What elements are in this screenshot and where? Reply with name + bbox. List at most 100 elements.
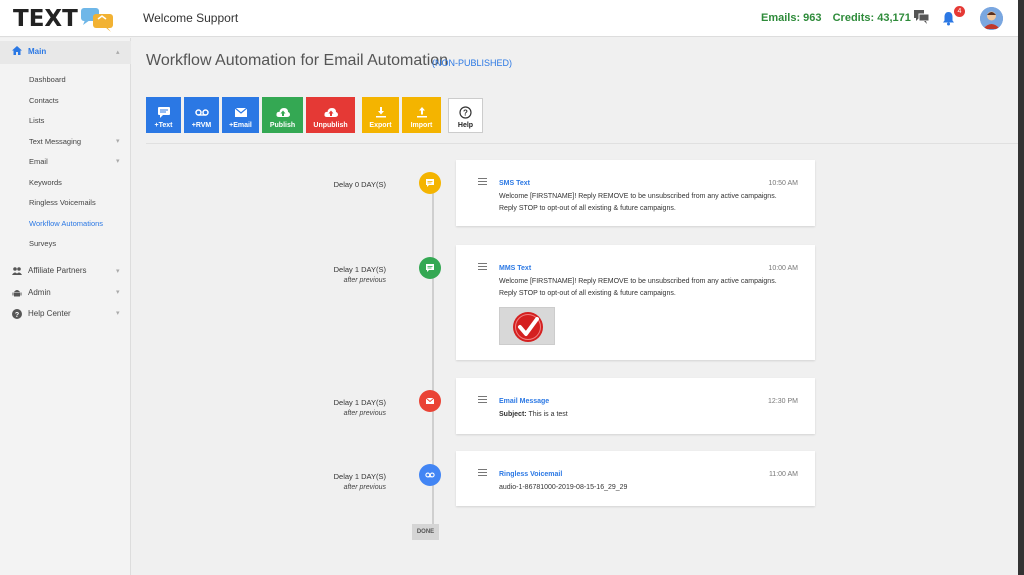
upload-icon — [416, 106, 427, 117]
account-stats: Emails: 963 Credits: 43,171 — [761, 12, 919, 24]
drag-handle-icon[interactable] — [478, 178, 487, 185]
export-label: Export — [369, 121, 392, 129]
emails-count: Emails: 963 — [761, 12, 822, 24]
help-button[interactable]: ? Help — [448, 98, 483, 133]
step-title[interactable]: Ringless Voicemail — [499, 471, 562, 478]
sidebar-item-workflow-automations[interactable]: Workflow Automations — [29, 219, 103, 228]
unpublish-label: Unpublish — [313, 121, 348, 129]
sidebar-item-ringless-voicemails[interactable]: Ringless Voicemails — [29, 198, 96, 207]
step-time: 10:00 AM — [768, 265, 798, 272]
sidebar-item-lists[interactable]: Lists — [29, 116, 44, 125]
step-body: audio-1-86781000-2019-08-15-16_29_29 — [499, 482, 799, 494]
sidebar-item-keywords[interactable]: Keywords — [29, 178, 62, 187]
avatar[interactable] — [980, 7, 1003, 30]
publish-button[interactable]: Publish — [262, 97, 303, 133]
delay-text: Delay 1 DAY(S) — [333, 398, 386, 407]
sidebar-item-affiliate-partners[interactable]: Affiliate Partners — [28, 266, 87, 275]
help-label: Help — [457, 122, 474, 129]
sidebar-item-text-messaging[interactable]: Text Messaging — [29, 137, 81, 146]
workflow-step-card[interactable]: SMS Text 10:50 AM Welcome [FIRSTNAME]! R… — [456, 160, 815, 226]
chevron-down-icon: ▾ — [116, 268, 120, 275]
android-icon — [12, 288, 22, 300]
step-title[interactable]: Email Message — [499, 398, 549, 405]
delay-label: Delay 1 DAY(S) after previous — [300, 398, 386, 417]
add-rvm-button[interactable]: +RVM — [184, 97, 219, 133]
add-text-label: +Text — [154, 121, 173, 129]
delay-after-text: after previous — [343, 484, 386, 491]
sidebar-item-contacts[interactable]: Contacts — [29, 96, 59, 105]
step-time: 11:00 AM — [768, 471, 798, 478]
sidebar-item-email[interactable]: Email — [29, 157, 48, 166]
step-body-line: Reply STOP to opt-out of all existing & … — [499, 205, 676, 212]
done-marker: DONE — [412, 524, 439, 540]
drag-handle-icon[interactable] — [478, 396, 487, 403]
workflow-step-card[interactable]: MMS Text 10:00 AM Welcome [FIRSTNAME]! R… — [456, 245, 815, 360]
question-icon: ? — [459, 106, 472, 119]
delay-label: Delay 1 DAY(S) after previous — [300, 265, 386, 284]
email-step-dot[interactable] — [419, 390, 441, 412]
sidebar-item-dashboard[interactable]: Dashboard — [29, 75, 66, 84]
cloud-upload-icon — [275, 107, 290, 117]
sms-step-dot[interactable] — [419, 172, 441, 194]
message-icon — [426, 179, 434, 187]
unpublish-button[interactable]: Unpublish — [306, 97, 355, 133]
step-title[interactable]: MMS Text — [499, 265, 531, 272]
step-title[interactable]: SMS Text — [499, 180, 530, 187]
download-icon — [375, 106, 386, 117]
credits-count: Credits: 43,171 — [832, 12, 911, 24]
notification-badge: 4 — [954, 6, 965, 17]
bell-icon[interactable] — [942, 11, 955, 31]
step-body: Subject: This is a test — [499, 409, 799, 421]
sidebar: Main ▴ Dashboard Contacts Lists Text Mes… — [0, 38, 131, 575]
step-body-line: audio-1-86781000-2019-08-15-16_29_29 — [499, 484, 628, 491]
add-rvm-label: +RVM — [191, 121, 212, 129]
delay-after-text: after previous — [343, 277, 386, 284]
message-icon — [426, 264, 434, 272]
step-time: 10:50 AM — [768, 180, 798, 187]
delay-after-text: after previous — [343, 410, 386, 417]
app-logo[interactable]: TEXT — [13, 5, 119, 33]
export-button[interactable]: Export — [362, 97, 399, 133]
add-email-button[interactable]: +Email — [222, 97, 259, 133]
window-edge — [1018, 0, 1024, 575]
drag-handle-icon[interactable] — [478, 469, 487, 476]
sidebar-item-surveys[interactable]: Surveys — [29, 239, 56, 248]
workflow-step-card[interactable]: Ringless Voicemail 11:00 AM audio-1-8678… — [456, 451, 815, 506]
sidebar-main-section[interactable]: Main ▴ — [0, 41, 131, 64]
sidebar-item-admin[interactable]: Admin — [28, 288, 51, 297]
page-title: Workflow Automation for Email Automation — [146, 52, 449, 69]
publish-label: Publish — [269, 121, 296, 129]
chevron-down-icon: ▾ — [116, 289, 120, 296]
import-label: Import — [410, 121, 433, 129]
add-email-label: +Email — [229, 121, 252, 129]
chevron-down-icon: ▾ — [116, 310, 120, 317]
step-body-line: Reply STOP to opt-out of all existing & … — [499, 290, 676, 297]
step-time: 12:30 PM — [768, 398, 798, 405]
mms-step-dot[interactable] — [419, 257, 441, 279]
workflow-step-card[interactable]: Email Message 12:30 PM Subject: This is … — [456, 378, 815, 434]
delay-label: Delay 0 DAY(S) — [300, 180, 386, 189]
drag-handle-icon[interactable] — [478, 263, 487, 270]
envelope-icon — [234, 107, 247, 117]
mms-image-thumbnail[interactable] — [499, 307, 555, 345]
step-body: Welcome [FIRSTNAME]! Reply REMOVE to be … — [499, 191, 799, 215]
step-body-line: Welcome [FIRSTNAME]! Reply REMOVE to be … — [499, 193, 777, 200]
subject-label: Subject: — [499, 411, 527, 418]
add-text-button[interactable]: +Text — [146, 97, 181, 133]
envelope-icon — [425, 397, 435, 404]
users-icon — [12, 267, 22, 277]
sidebar-main-label: Main — [28, 47, 47, 56]
voicemail-step-dot[interactable] — [419, 464, 441, 486]
step-body: Welcome [FIRSTNAME]! Reply REMOVE to be … — [499, 276, 799, 300]
divider — [146, 143, 1018, 144]
import-button[interactable]: Import — [402, 97, 441, 133]
subject-value: This is a test — [528, 411, 568, 418]
chevron-down-icon: ▾ — [116, 158, 120, 165]
delay-text: Delay 0 DAY(S) — [333, 180, 386, 189]
chat-icon[interactable] — [914, 10, 930, 29]
sidebar-item-help-center[interactable]: Help Center — [28, 309, 71, 318]
voicemail-icon — [425, 472, 435, 478]
voicemail-icon — [194, 108, 209, 116]
chevron-up-icon: ▴ — [116, 49, 120, 56]
logo-chat-bubbles-icon — [79, 4, 119, 34]
